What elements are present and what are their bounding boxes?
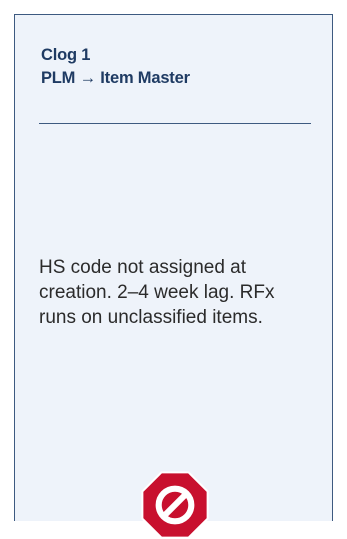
card-title: Clog 1 — [41, 46, 91, 64]
card-header: Clog 1 PLM → Item Master — [41, 44, 190, 90]
header-divider — [39, 123, 311, 124]
stop-prohibited-icon — [141, 471, 209, 539]
card-description: HS code not assigned at creation. 2–4 we… — [39, 257, 275, 328]
clog-card: Clog 1 PLM → Item Master HS code not ass… — [14, 14, 333, 539]
card-subtitle: PLM → Item Master — [41, 69, 190, 87]
